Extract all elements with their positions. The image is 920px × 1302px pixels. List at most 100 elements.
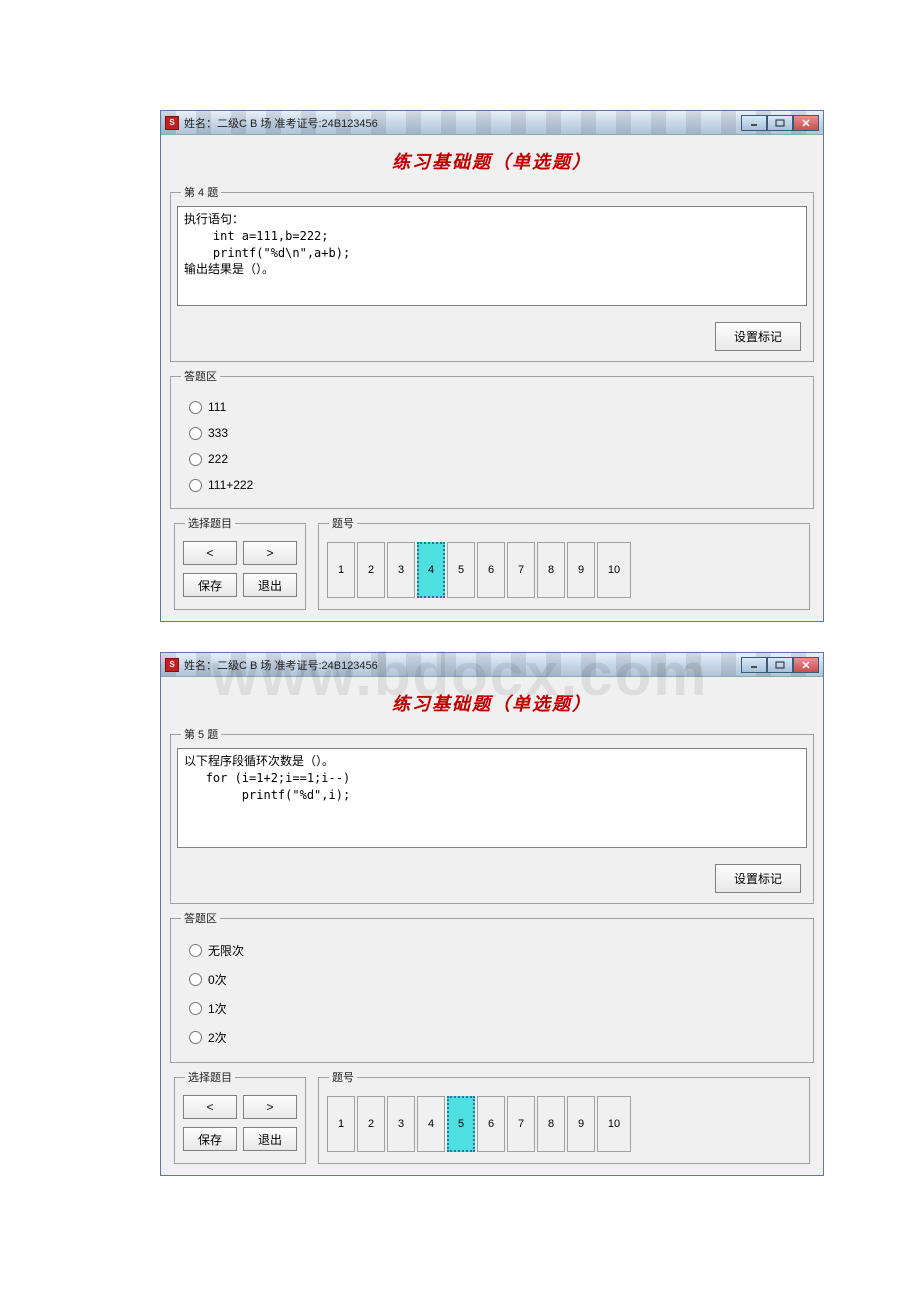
minimize-button[interactable] — [741, 115, 767, 131]
page-title: 练习基础题（单选题） — [166, 140, 818, 184]
option-label: 无限次 — [208, 942, 244, 959]
question-number-8[interactable]: 8 — [537, 1096, 565, 1152]
mark-row: 设置标记 — [177, 848, 807, 897]
answer-area: 111 333 222 111+222 — [177, 390, 807, 502]
nav-row: < > — [181, 537, 299, 569]
prev-button[interactable]: < — [183, 541, 237, 565]
radio-input[interactable] — [189, 479, 202, 492]
number-legend: 题号 — [329, 515, 357, 531]
question-number-1[interactable]: 1 — [327, 1096, 355, 1152]
question-number-10[interactable]: 10 — [597, 1096, 631, 1152]
question-number-1[interactable]: 1 — [327, 542, 355, 598]
question-number-2[interactable]: 2 — [357, 1096, 385, 1152]
nav-row: < > — [181, 1091, 299, 1123]
question-number-9[interactable]: 9 — [567, 1096, 595, 1152]
title-bar: S 姓名：二级C B 场 准考证号:24B123456 — [161, 111, 823, 135]
save-button[interactable]: 保存 — [183, 573, 237, 597]
question-number-3[interactable]: 3 — [387, 542, 415, 598]
option-row[interactable]: 0次 — [179, 965, 805, 994]
select-fieldset: 选择题目 < > 保存 退出 — [174, 1069, 306, 1164]
number-grid: 12345678910 — [325, 1091, 803, 1157]
question-number-8[interactable]: 8 — [537, 542, 565, 598]
select-fieldset: 选择题目 < > 保存 退出 — [174, 515, 306, 610]
question-number-6[interactable]: 6 — [477, 1096, 505, 1152]
answer-fieldset: 答题区 无限次 0次 1次 2次 — [170, 910, 814, 1063]
question-number-2[interactable]: 2 — [357, 542, 385, 598]
radio-input[interactable] — [189, 1002, 202, 1015]
question-number-5[interactable]: 5 — [447, 1096, 475, 1152]
exit-button[interactable]: 退出 — [243, 1127, 297, 1151]
question-fieldset: 第 5 题 以下程序段循环次数是（）。 for (i=1+2;i==1;i--)… — [170, 726, 814, 904]
window-controls — [741, 115, 819, 131]
select-legend: 选择题目 — [185, 515, 235, 531]
option-row[interactable]: 333 — [179, 420, 805, 446]
answer-fieldset: 答题区 111 333 222 111+222 — [170, 368, 814, 509]
radio-input[interactable] — [189, 401, 202, 414]
answer-legend: 答题区 — [181, 910, 220, 926]
question-number-6[interactable]: 6 — [477, 542, 505, 598]
prev-button[interactable]: < — [183, 1095, 237, 1119]
select-legend: 选择题目 — [185, 1069, 235, 1085]
bottom-panel: 选择题目 < > 保存 退出 题号 12345678910 — [170, 1069, 814, 1170]
window-title: 姓名：二级C B 场 准考证号:24B123456 — [184, 657, 378, 673]
next-button[interactable]: > — [243, 541, 297, 565]
window-title: 姓名：二级C B 场 准考证号:24B123456 — [184, 115, 378, 131]
option-label: 111+222 — [208, 478, 253, 492]
exit-button[interactable]: 退出 — [243, 573, 297, 597]
option-label: 2次 — [208, 1029, 227, 1046]
question-fieldset: 第 4 题 执行语句： int a=111,b=222; printf("%d\… — [170, 184, 814, 362]
option-row[interactable]: 111 — [179, 394, 805, 420]
option-label: 1次 — [208, 1000, 227, 1017]
radio-input[interactable] — [189, 973, 202, 986]
mark-row: 设置标记 — [177, 306, 807, 355]
window-controls — [741, 657, 819, 673]
option-label: 333 — [208, 426, 228, 440]
action-row: 保存 退出 — [181, 569, 299, 601]
close-button[interactable] — [793, 115, 819, 131]
radio-input[interactable] — [189, 453, 202, 466]
answer-legend: 答题区 — [181, 368, 220, 384]
app-window-2: S 姓名：二级C B 场 准考证号:24B123456 练习基础题（单选题） 第… — [160, 652, 824, 1176]
question-number-4[interactable]: 4 — [417, 1096, 445, 1152]
window-client: 练习基础题（单选题） 第 5 题 以下程序段循环次数是（）。 for (i=1+… — [161, 677, 823, 1175]
question-number-7[interactable]: 7 — [507, 542, 535, 598]
radio-input[interactable] — [189, 944, 202, 957]
question-text: 以下程序段循环次数是（）。 for (i=1+2;i==1;i--) print… — [177, 748, 807, 848]
question-number-7[interactable]: 7 — [507, 1096, 535, 1152]
option-row[interactable]: 111+222 — [179, 472, 805, 498]
maximize-button[interactable] — [767, 657, 793, 673]
question-number-3[interactable]: 3 — [387, 1096, 415, 1152]
number-grid: 12345678910 — [325, 537, 803, 603]
question-number-5[interactable]: 5 — [447, 542, 475, 598]
option-row[interactable]: 无限次 — [179, 936, 805, 965]
window-client: 练习基础题（单选题） 第 4 题 执行语句： int a=111,b=222; … — [161, 135, 823, 621]
set-mark-button[interactable]: 设置标记 — [715, 864, 801, 893]
question-number-10[interactable]: 10 — [597, 542, 631, 598]
option-label: 222 — [208, 452, 228, 466]
option-row[interactable]: 222 — [179, 446, 805, 472]
option-label: 111 — [208, 400, 226, 414]
option-label: 0次 — [208, 971, 227, 988]
question-legend: 第 4 题 — [181, 184, 221, 200]
option-row[interactable]: 1次 — [179, 994, 805, 1023]
radio-input[interactable] — [189, 1031, 202, 1044]
action-row: 保存 退出 — [181, 1123, 299, 1155]
radio-input[interactable] — [189, 427, 202, 440]
question-number-9[interactable]: 9 — [567, 542, 595, 598]
bottom-panel: 选择题目 < > 保存 退出 题号 12345678910 — [170, 515, 814, 616]
question-number-4[interactable]: 4 — [417, 542, 445, 598]
answer-area: 无限次 0次 1次 2次 — [177, 932, 807, 1056]
minimize-button[interactable] — [741, 657, 767, 673]
app-icon: S — [165, 658, 179, 672]
save-button[interactable]: 保存 — [183, 1127, 237, 1151]
app-icon: S — [165, 116, 179, 130]
number-fieldset: 题号 12345678910 — [318, 515, 810, 610]
question-text: 执行语句： int a=111,b=222; printf("%d\n",a+b… — [177, 206, 807, 306]
maximize-button[interactable] — [767, 115, 793, 131]
option-row[interactable]: 2次 — [179, 1023, 805, 1052]
question-legend: 第 5 题 — [181, 726, 221, 742]
number-fieldset: 题号 12345678910 — [318, 1069, 810, 1164]
close-button[interactable] — [793, 657, 819, 673]
next-button[interactable]: > — [243, 1095, 297, 1119]
set-mark-button[interactable]: 设置标记 — [715, 322, 801, 351]
